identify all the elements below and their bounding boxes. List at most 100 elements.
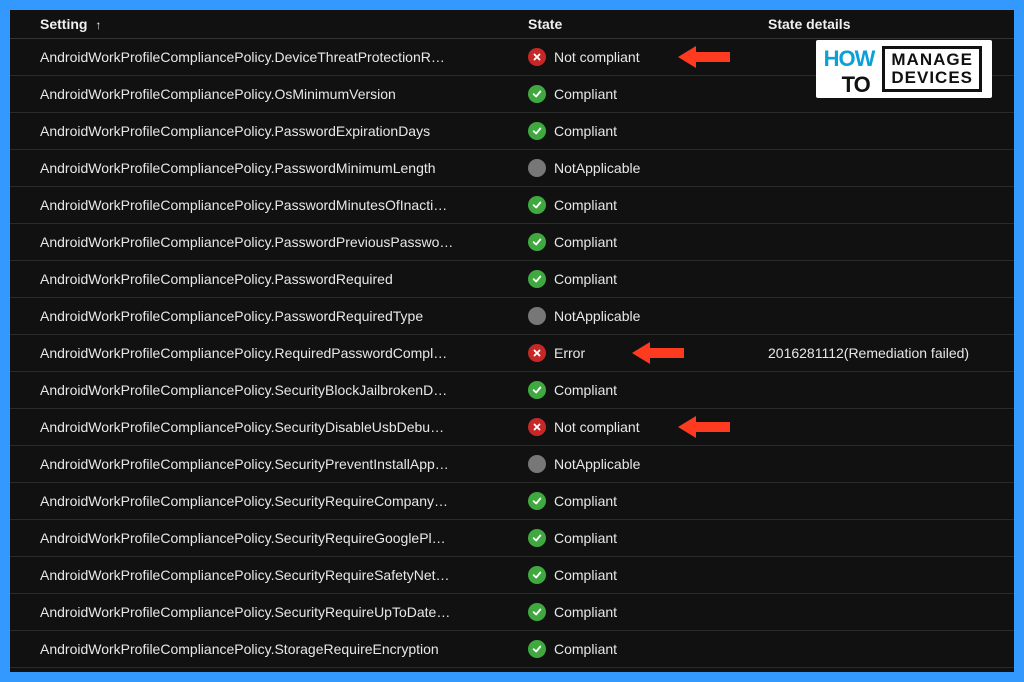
state-cell: Compliant: [522, 566, 762, 584]
checkmark-icon: [528, 122, 546, 140]
setting-name: AndroidWorkProfileCompliancePolicy.Secur…: [10, 567, 522, 583]
checkmark-icon: [528, 381, 546, 399]
table-row[interactable]: AndroidWorkProfileCompliancePolicy.Secur…: [10, 557, 1014, 594]
column-label: State: [528, 16, 562, 32]
table-row[interactable]: AndroidWorkProfileCompliancePolicy.Secur…: [10, 594, 1014, 631]
column-header-state[interactable]: State: [522, 16, 762, 32]
setting-name: AndroidWorkProfileCompliancePolicy.Passw…: [10, 160, 522, 176]
state-label: NotApplicable: [554, 308, 640, 324]
setting-name: AndroidWorkProfileCompliancePolicy.Secur…: [10, 382, 522, 398]
annotation-arrow-icon: [678, 416, 730, 438]
gray-dot-icon: [528, 307, 546, 325]
setting-name: AndroidWorkProfileCompliancePolicy.Passw…: [10, 197, 522, 213]
state-label: Compliant: [554, 382, 617, 398]
table-row[interactable]: AndroidWorkProfileCompliancePolicy.Secur…: [10, 372, 1014, 409]
column-label: State details: [768, 16, 850, 32]
x-icon: [528, 344, 546, 362]
state-cell: Compliant: [522, 196, 762, 214]
checkmark-icon: [528, 640, 546, 658]
setting-name: AndroidWorkProfileCompliancePolicy.Secur…: [10, 604, 522, 620]
state-label: Compliant: [554, 123, 617, 139]
compliance-panel: Setting ↑ State State details AndroidWor…: [10, 10, 1014, 672]
column-label: Setting: [40, 16, 87, 32]
state-cell: Compliant: [522, 233, 762, 251]
state-label: Not compliant: [554, 419, 640, 435]
table-row[interactable]: AndroidWorkProfileCompliancePolicy.Passw…: [10, 187, 1014, 224]
table-row[interactable]: AndroidWorkProfileCompliancePolicy.Passw…: [10, 113, 1014, 150]
state-cell: Compliant: [522, 640, 762, 658]
watermark-logo: HOW TO MANAGE DEVICES: [816, 40, 992, 98]
setting-name: AndroidWorkProfileCompliancePolicy.Secur…: [10, 456, 522, 472]
setting-name: AndroidWorkProfileCompliancePolicy.Secur…: [10, 493, 522, 509]
table-body: AndroidWorkProfileCompliancePolicy.Devic…: [10, 39, 1014, 668]
state-label: Compliant: [554, 493, 617, 509]
state-label: Compliant: [554, 197, 617, 213]
table-row[interactable]: AndroidWorkProfileCompliancePolicy.Requi…: [10, 335, 1014, 372]
watermark-right: MANAGE DEVICES: [882, 46, 982, 92]
table-row[interactable]: AndroidWorkProfileCompliancePolicy.Passw…: [10, 224, 1014, 261]
state-cell: NotApplicable: [522, 159, 762, 177]
annotation-arrow-icon: [632, 342, 684, 364]
state-label: NotApplicable: [554, 456, 640, 472]
x-icon: [528, 418, 546, 436]
state-cell: Not compliant: [522, 48, 762, 66]
watermark-left: HOW TO: [824, 49, 875, 89]
watermark-how: HOW: [824, 49, 875, 69]
state-label: Compliant: [554, 530, 617, 546]
table-row[interactable]: AndroidWorkProfileCompliancePolicy.Stora…: [10, 631, 1014, 668]
state-cell: Not compliant: [522, 418, 762, 436]
checkmark-icon: [528, 270, 546, 288]
table-row[interactable]: AndroidWorkProfileCompliancePolicy.Passw…: [10, 298, 1014, 335]
state-label: Compliant: [554, 86, 617, 102]
checkmark-icon: [528, 85, 546, 103]
state-label: Compliant: [554, 271, 617, 287]
sort-ascending-icon: ↑: [95, 18, 101, 32]
table-row[interactable]: AndroidWorkProfileCompliancePolicy.Secur…: [10, 483, 1014, 520]
setting-name: AndroidWorkProfileCompliancePolicy.Passw…: [10, 234, 522, 250]
state-label: Compliant: [554, 641, 617, 657]
checkmark-icon: [528, 529, 546, 547]
state-label: Not compliant: [554, 49, 640, 65]
checkmark-icon: [528, 492, 546, 510]
state-cell: Compliant: [522, 381, 762, 399]
table-header: Setting ↑ State State details: [10, 10, 1014, 39]
setting-name: AndroidWorkProfileCompliancePolicy.Requi…: [10, 345, 522, 361]
column-header-state-details[interactable]: State details: [762, 16, 1014, 32]
watermark-line1: MANAGE: [891, 51, 973, 69]
gray-dot-icon: [528, 159, 546, 177]
setting-name: AndroidWorkProfileCompliancePolicy.Passw…: [10, 308, 522, 324]
setting-name: AndroidWorkProfileCompliancePolicy.OsMin…: [10, 86, 522, 102]
table-row[interactable]: AndroidWorkProfileCompliancePolicy.Secur…: [10, 409, 1014, 446]
setting-name: AndroidWorkProfileCompliancePolicy.Secur…: [10, 419, 522, 435]
setting-name: AndroidWorkProfileCompliancePolicy.Secur…: [10, 530, 522, 546]
column-header-setting[interactable]: Setting ↑: [10, 16, 522, 32]
state-details: 2016281112(Remediation failed): [762, 345, 1014, 361]
state-cell: Compliant: [522, 85, 762, 103]
gray-dot-icon: [528, 455, 546, 473]
setting-name: AndroidWorkProfileCompliancePolicy.Devic…: [10, 49, 522, 65]
table-row[interactable]: AndroidWorkProfileCompliancePolicy.Secur…: [10, 446, 1014, 483]
state-label: Compliant: [554, 604, 617, 620]
state-label: NotApplicable: [554, 160, 640, 176]
watermark-to: TO: [842, 75, 893, 95]
checkmark-icon: [528, 603, 546, 621]
setting-name: AndroidWorkProfileCompliancePolicy.Stora…: [10, 641, 522, 657]
state-cell: Compliant: [522, 529, 762, 547]
annotation-arrow-icon: [678, 46, 730, 68]
checkmark-icon: [528, 233, 546, 251]
state-label: Compliant: [554, 567, 617, 583]
state-cell: Compliant: [522, 603, 762, 621]
state-cell: Error: [522, 344, 762, 362]
state-label: Compliant: [554, 234, 617, 250]
table-row[interactable]: AndroidWorkProfileCompliancePolicy.Secur…: [10, 520, 1014, 557]
table-row[interactable]: AndroidWorkProfileCompliancePolicy.Passw…: [10, 150, 1014, 187]
state-cell: NotApplicable: [522, 455, 762, 473]
x-icon: [528, 48, 546, 66]
checkmark-icon: [528, 196, 546, 214]
table-row[interactable]: AndroidWorkProfileCompliancePolicy.Passw…: [10, 261, 1014, 298]
setting-name: AndroidWorkProfileCompliancePolicy.Passw…: [10, 123, 522, 139]
checkmark-icon: [528, 566, 546, 584]
watermark-line2: DEVICES: [891, 69, 973, 87]
state-cell: NotApplicable: [522, 307, 762, 325]
state-cell: Compliant: [522, 270, 762, 288]
